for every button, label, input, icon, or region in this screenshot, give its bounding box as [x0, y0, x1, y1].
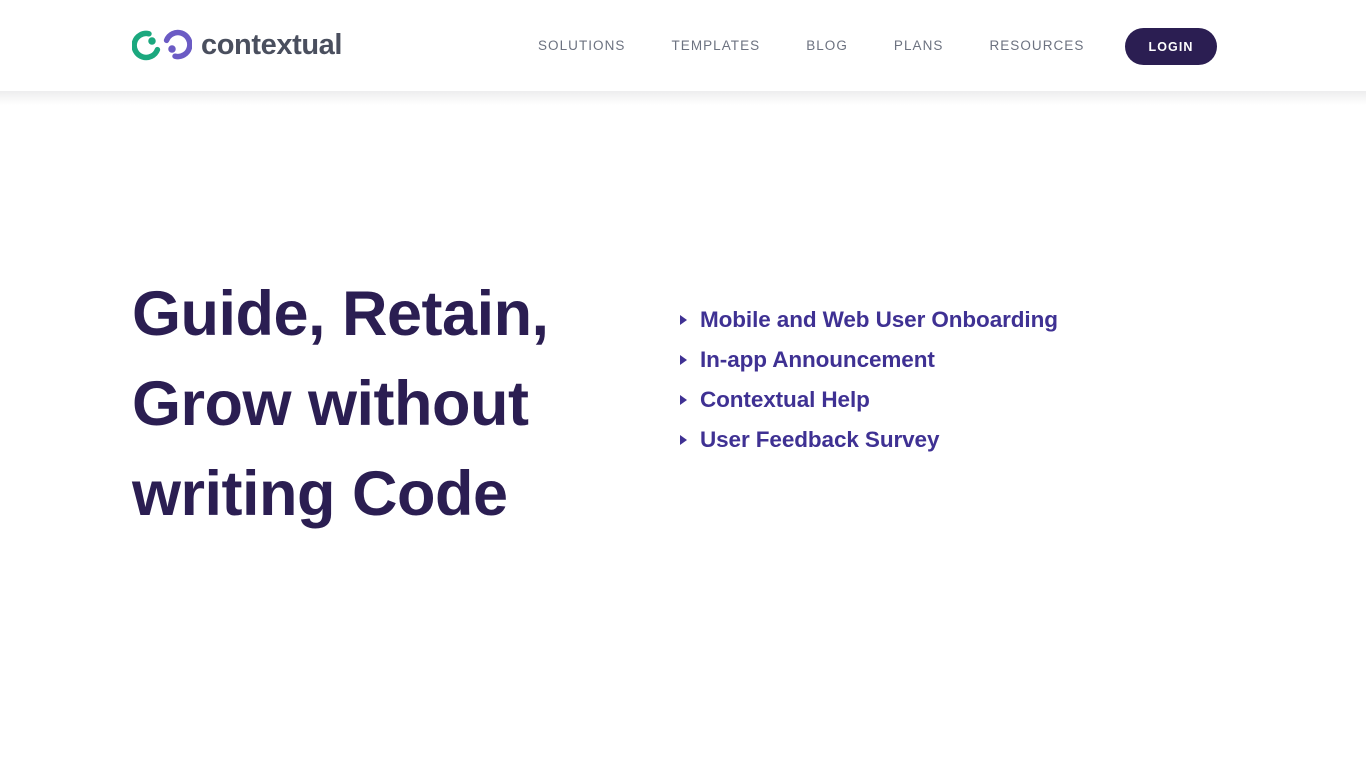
feature-label: Contextual Help — [700, 386, 870, 412]
contextual-logo-icon — [132, 29, 192, 61]
nav-link-resources[interactable]: RESOURCES — [989, 38, 1084, 53]
login-button[interactable]: LOGIN — [1125, 28, 1217, 65]
brand-wordmark: contextual — [201, 28, 343, 61]
list-item[interactable]: User Feedback Survey — [679, 420, 1058, 460]
caret-right-icon — [680, 435, 687, 445]
feature-label: Mobile and Web User Onboarding — [700, 306, 1058, 332]
caret-right-icon — [680, 315, 687, 325]
nav-link-solutions[interactable]: SOLUTIONS — [538, 38, 625, 53]
list-item[interactable]: Mobile and Web User Onboarding — [679, 300, 1058, 340]
page-title: Guide, Retain, Grow without writing Code — [132, 279, 549, 529]
hero-section: Guide, Retain, Grow without writing Code… — [0, 91, 1366, 768]
list-item[interactable]: Contextual Help — [679, 380, 1058, 420]
caret-right-icon — [680, 395, 687, 405]
site-header: contextual SOLUTIONS TEMPLATES BLOG PLAN… — [0, 0, 1366, 91]
header-shadow — [0, 91, 1366, 105]
nav-link-blog[interactable]: BLOG — [806, 38, 848, 53]
nav-link-templates[interactable]: TEMPLATES — [671, 38, 760, 53]
feature-list: Mobile and Web User Onboarding In-app An… — [679, 300, 1058, 460]
list-item[interactable]: In-app Announcement — [679, 340, 1058, 380]
feature-label: In-app Announcement — [700, 346, 935, 372]
brand-logo-link[interactable]: contextual — [132, 26, 342, 64]
nav-link-plans[interactable]: PLANS — [894, 38, 944, 53]
caret-right-icon — [680, 355, 687, 365]
main-navigation: SOLUTIONS TEMPLATES BLOG PLANS RESOURCES — [538, 0, 1084, 91]
feature-label: User Feedback Survey — [700, 426, 940, 452]
